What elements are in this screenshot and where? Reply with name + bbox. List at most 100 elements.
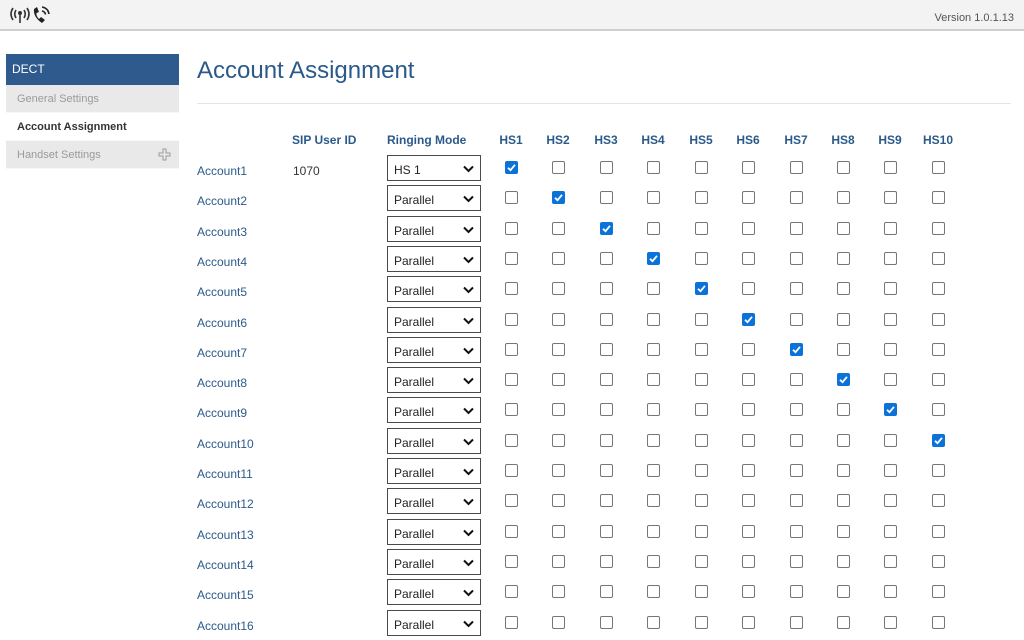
ringing-mode-select[interactable]: Parallel — [387, 367, 481, 393]
hs2-checkbox[interactable] — [552, 373, 565, 386]
hs10-checkbox[interactable] — [932, 191, 945, 204]
hs1-checkbox[interactable] — [505, 585, 518, 598]
hs2-checkbox[interactable] — [552, 191, 565, 204]
hs9-checkbox[interactable] — [884, 494, 897, 507]
hs5-checkbox[interactable] — [695, 525, 708, 538]
hs1-checkbox[interactable] — [505, 282, 518, 295]
hs6-checkbox[interactable] — [742, 494, 755, 507]
hs1-checkbox[interactable] — [505, 555, 518, 568]
ringing-mode-select[interactable]: HS 1 — [387, 155, 481, 181]
hs10-checkbox[interactable] — [932, 555, 945, 568]
hs4-checkbox[interactable] — [647, 585, 660, 598]
hs7-checkbox[interactable] — [790, 525, 803, 538]
ringing-mode-select[interactable]: Parallel — [387, 610, 481, 636]
hs3-checkbox[interactable] — [600, 282, 613, 295]
hs8-checkbox[interactable] — [837, 373, 850, 386]
hs7-checkbox[interactable] — [790, 161, 803, 174]
hs2-checkbox[interactable] — [552, 403, 565, 416]
hs7-checkbox[interactable] — [790, 252, 803, 265]
sidebar-item-general-settings[interactable]: General Settings — [6, 85, 179, 113]
hs10-checkbox[interactable] — [932, 343, 945, 356]
hs6-checkbox[interactable] — [742, 616, 755, 629]
hs1-checkbox[interactable] — [505, 434, 518, 447]
hs9-checkbox[interactable] — [884, 464, 897, 477]
hs6-checkbox[interactable] — [742, 191, 755, 204]
hs4-checkbox[interactable] — [647, 373, 660, 386]
hs5-checkbox[interactable] — [695, 222, 708, 235]
hs7-checkbox[interactable] — [790, 555, 803, 568]
hs3-checkbox[interactable] — [600, 373, 613, 386]
hs2-checkbox[interactable] — [552, 525, 565, 538]
sidebar-section-dect[interactable]: DECT — [6, 54, 179, 85]
hs8-checkbox[interactable] — [837, 555, 850, 568]
hs4-checkbox[interactable] — [647, 282, 660, 295]
hs8-checkbox[interactable] — [837, 616, 850, 629]
hs2-checkbox[interactable] — [552, 252, 565, 265]
ringing-mode-select[interactable]: Parallel — [387, 397, 481, 423]
hs4-checkbox[interactable] — [647, 434, 660, 447]
hs1-checkbox[interactable] — [505, 161, 518, 174]
hs10-checkbox[interactable] — [932, 464, 945, 477]
hs7-checkbox[interactable] — [790, 494, 803, 507]
hs6-checkbox[interactable] — [742, 585, 755, 598]
hs4-checkbox[interactable] — [647, 222, 660, 235]
hs8-checkbox[interactable] — [837, 222, 850, 235]
hs10-checkbox[interactable] — [932, 252, 945, 265]
hs1-checkbox[interactable] — [505, 494, 518, 507]
hs2-checkbox[interactable] — [552, 161, 565, 174]
ringing-mode-select[interactable]: Parallel — [387, 428, 481, 454]
hs2-checkbox[interactable] — [552, 616, 565, 629]
hs3-checkbox[interactable] — [600, 555, 613, 568]
hs10-checkbox[interactable] — [932, 282, 945, 295]
hs6-checkbox[interactable] — [742, 161, 755, 174]
hs2-checkbox[interactable] — [552, 313, 565, 326]
hs9-checkbox[interactable] — [884, 616, 897, 629]
hs1-checkbox[interactable] — [505, 313, 518, 326]
hs4-checkbox[interactable] — [647, 191, 660, 204]
hs6-checkbox[interactable] — [742, 434, 755, 447]
hs9-checkbox[interactable] — [884, 282, 897, 295]
hs6-checkbox[interactable] — [742, 373, 755, 386]
hs6-checkbox[interactable] — [742, 252, 755, 265]
ringing-mode-select[interactable]: Parallel — [387, 307, 481, 333]
hs1-checkbox[interactable] — [505, 252, 518, 265]
hs5-checkbox[interactable] — [695, 373, 708, 386]
hs7-checkbox[interactable] — [790, 191, 803, 204]
hs10-checkbox[interactable] — [932, 525, 945, 538]
hs8-checkbox[interactable] — [837, 161, 850, 174]
ringing-mode-select[interactable]: Parallel — [387, 488, 481, 514]
hs5-checkbox[interactable] — [695, 313, 708, 326]
ringing-mode-select[interactable]: Parallel — [387, 519, 481, 545]
hs6-checkbox[interactable] — [742, 464, 755, 477]
hs9-checkbox[interactable] — [884, 555, 897, 568]
hs2-checkbox[interactable] — [552, 464, 565, 477]
hs4-checkbox[interactable] — [647, 464, 660, 477]
hs6-checkbox[interactable] — [742, 403, 755, 416]
hs5-checkbox[interactable] — [695, 555, 708, 568]
hs8-checkbox[interactable] — [837, 464, 850, 477]
ringing-mode-select[interactable]: Parallel — [387, 549, 481, 575]
hs4-checkbox[interactable] — [647, 403, 660, 416]
hs1-checkbox[interactable] — [505, 616, 518, 629]
hs1-checkbox[interactable] — [505, 525, 518, 538]
hs5-checkbox[interactable] — [695, 464, 708, 477]
hs5-checkbox[interactable] — [695, 252, 708, 265]
hs9-checkbox[interactable] — [884, 525, 897, 538]
hs10-checkbox[interactable] — [932, 222, 945, 235]
hs5-checkbox[interactable] — [695, 494, 708, 507]
hs8-checkbox[interactable] — [837, 191, 850, 204]
hs1-checkbox[interactable] — [505, 464, 518, 477]
hs9-checkbox[interactable] — [884, 434, 897, 447]
ringing-mode-select[interactable]: Parallel — [387, 185, 481, 211]
hs3-checkbox[interactable] — [600, 585, 613, 598]
hs5-checkbox[interactable] — [695, 616, 708, 629]
hs6-checkbox[interactable] — [742, 282, 755, 295]
hs3-checkbox[interactable] — [600, 403, 613, 416]
hs3-checkbox[interactable] — [600, 616, 613, 629]
hs1-checkbox[interactable] — [505, 191, 518, 204]
hs4-checkbox[interactable] — [647, 313, 660, 326]
hs3-checkbox[interactable] — [600, 494, 613, 507]
hs2-checkbox[interactable] — [552, 494, 565, 507]
hs4-checkbox[interactable] — [647, 525, 660, 538]
ringing-mode-select[interactable]: Parallel — [387, 337, 481, 363]
